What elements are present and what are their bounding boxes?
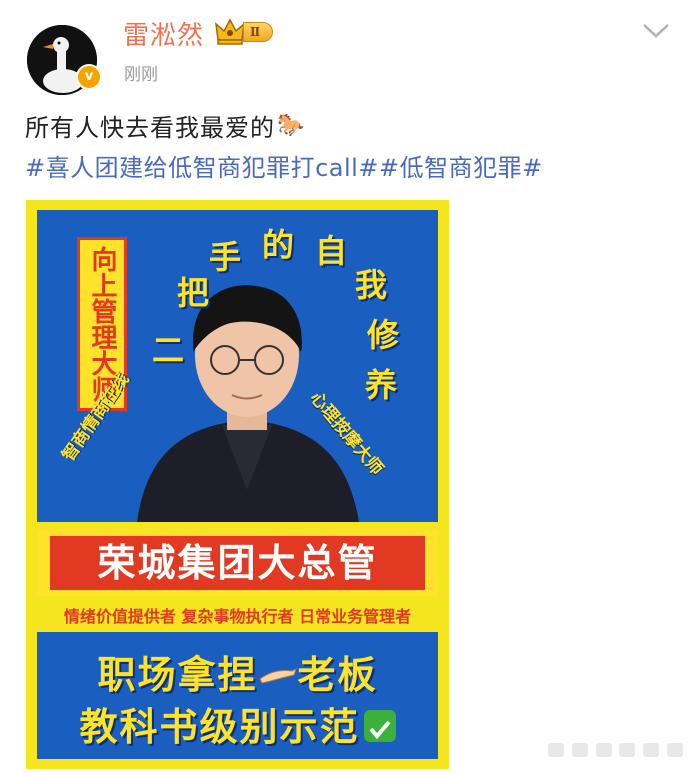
member-badge[interactable]: Ⅱ xyxy=(215,17,274,47)
poster-line-2: 教科书级别示范 xyxy=(37,696,438,751)
arc-char: 的 xyxy=(262,226,295,264)
username[interactable]: 雷淞然 xyxy=(123,15,204,52)
person-photo xyxy=(137,285,359,522)
crown-icon xyxy=(215,18,245,45)
arc-char: 我 xyxy=(355,266,388,304)
arc-char: 养 xyxy=(365,366,398,404)
poster-top-panel: 向上管理大师 把 手 的 自 我 修 养 二 智商情商在线 心理按摩大师 xyxy=(37,210,438,522)
watermark-glyph xyxy=(643,743,660,757)
arc-char: 二 xyxy=(152,331,185,369)
title-band: 荣城集团大总管 xyxy=(37,530,438,596)
arc-char: 把 xyxy=(177,274,210,312)
watermark-glyph xyxy=(595,743,612,757)
post-image[interactable]: 向上管理大师 把 手 的 自 我 修 养 二 智商情商在线 心理按摩大师 荣城集… xyxy=(26,200,449,769)
arc-char: 自 xyxy=(315,232,348,270)
arc-char: 修 xyxy=(367,316,400,354)
hashtag-link[interactable]: #喜人团建给低智商犯罪打call# xyxy=(25,148,379,183)
poster-line-1: 职场拿捏 老板 xyxy=(37,644,438,699)
member-level: Ⅱ xyxy=(243,22,274,42)
hashtag-link[interactable]: #低智商犯罪# xyxy=(379,148,543,183)
hashtag-row: #喜人团建给低智商犯罪打call# #低智商犯罪# xyxy=(25,148,543,183)
watermark xyxy=(548,735,683,765)
line1-part-a: 职场拿捏 xyxy=(97,653,258,697)
check-icon xyxy=(363,709,396,742)
poster-title: 荣城集团大总管 xyxy=(50,536,425,590)
bottom-band: 职场拿捏 老板 教科书级别示范 xyxy=(37,632,438,759)
poster-subtitle: 情绪价值提供者 复杂事物执行者 日常业务管理者 xyxy=(63,607,412,626)
line1-part-b: 老板 xyxy=(297,653,378,697)
watermark-glyph xyxy=(619,743,636,757)
verified-badge: v xyxy=(76,64,102,90)
watermark-glyph xyxy=(548,743,564,757)
hand-icon xyxy=(258,667,297,684)
horse-icon: 🐎 xyxy=(277,113,306,138)
timestamp: 刚刚 xyxy=(124,65,158,85)
chevron-down-icon[interactable] xyxy=(641,20,671,40)
arc-char: 手 xyxy=(209,238,242,276)
post-text: 所有人快去看我最爱的 🐎 xyxy=(25,108,305,143)
watermark-glyph xyxy=(666,743,683,757)
watermark-glyph xyxy=(571,743,588,757)
post-body: 所有人快去看我最爱的 xyxy=(25,114,275,142)
line2-text: 教科书级别示范 xyxy=(79,705,360,749)
